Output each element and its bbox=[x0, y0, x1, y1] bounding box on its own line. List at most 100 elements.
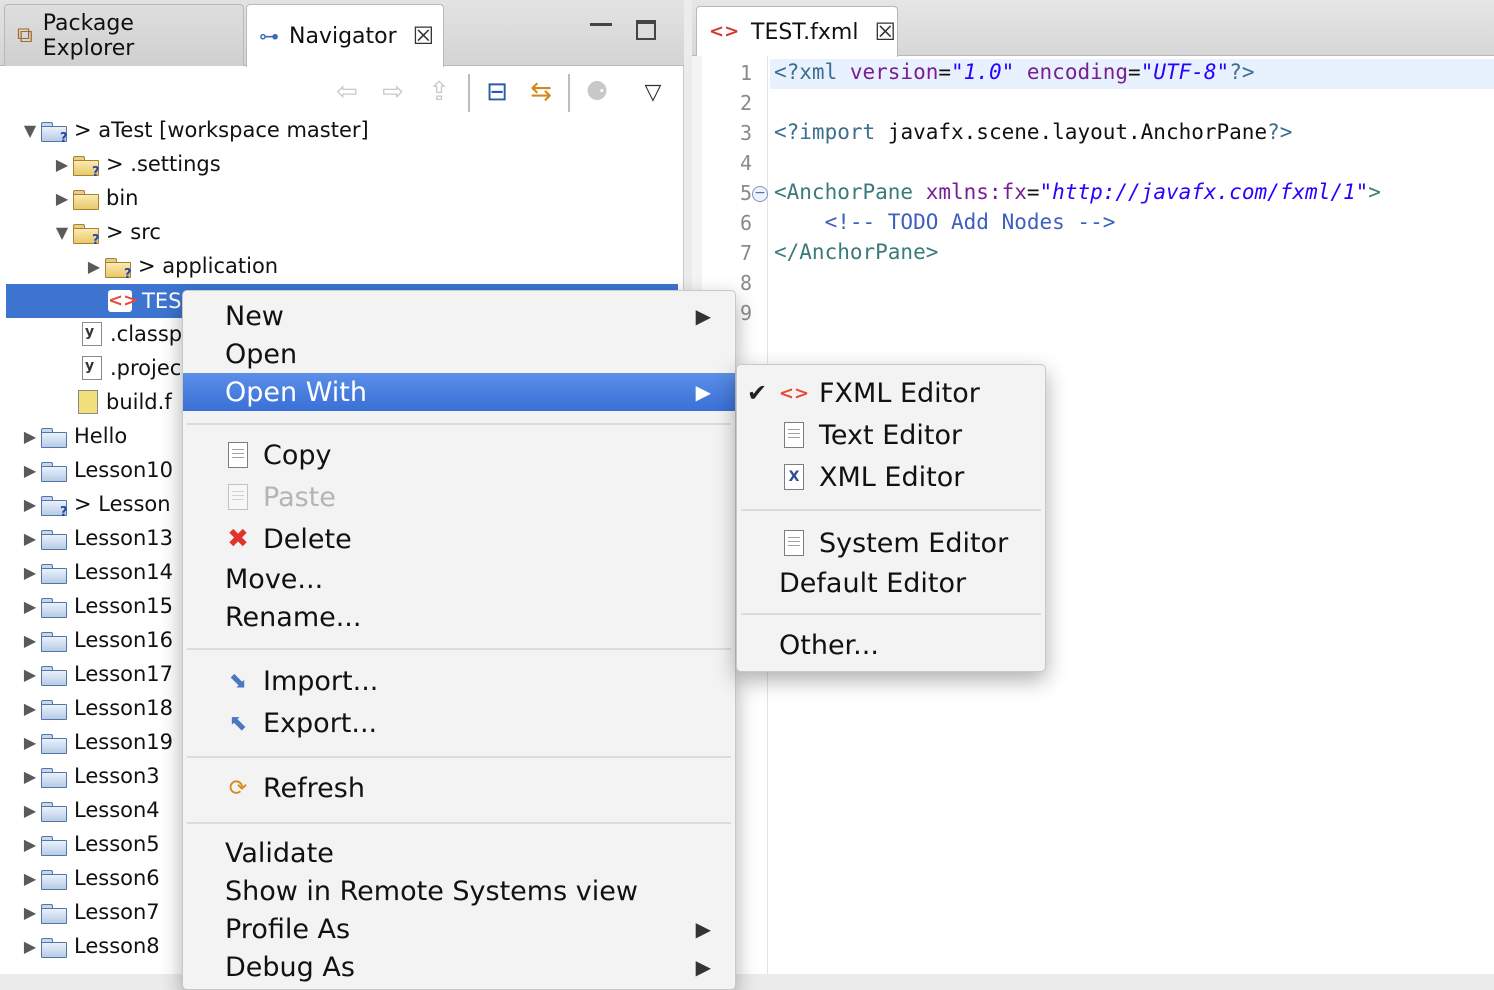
expand-twisty-icon[interactable]: ▶ bbox=[20, 461, 40, 480]
menu-separator bbox=[187, 822, 731, 824]
tab-package-explorer[interactable]: ⧉ Package Explorer bbox=[4, 4, 244, 66]
submenu-item-text-editor[interactable]: Text Editor bbox=[737, 415, 1045, 455]
tab-label: Navigator bbox=[289, 23, 397, 49]
view-menu-icon[interactable]: ▽ bbox=[636, 72, 670, 112]
view-tab-bar: ⧉ Package Explorer ⊶ Navigator ☒ bbox=[0, 0, 684, 67]
expand-twisty-icon[interactable]: ▶ bbox=[52, 189, 72, 208]
expand-twisty-icon[interactable]: ▶ bbox=[20, 801, 40, 820]
menu-item-label: Profile As bbox=[225, 913, 351, 945]
tree-item-atest[interactable]: ▼ ? > aTest [workspace master] bbox=[0, 113, 680, 147]
up-icon[interactable]: ⇪ bbox=[422, 72, 456, 112]
xml-file-icon: X bbox=[779, 463, 809, 491]
link-with-editor-icon[interactable]: ⇆ bbox=[524, 72, 558, 112]
expand-twisty-icon[interactable]: ▶ bbox=[20, 733, 40, 752]
expand-twisty-icon[interactable]: ▶ bbox=[20, 631, 40, 650]
menu-item-label: Show in Remote Systems view bbox=[225, 875, 638, 907]
folder-icon: ? bbox=[104, 255, 132, 282]
close-icon[interactable]: ☒ bbox=[874, 18, 896, 46]
tree-item-label: > src bbox=[106, 220, 161, 244]
menu-item-show-remote-systems[interactable]: Show in Remote Systems view bbox=[183, 872, 735, 910]
expand-twisty-icon[interactable]: ▶ bbox=[20, 869, 40, 888]
menu-item-open[interactable]: Open bbox=[183, 335, 735, 373]
submenu-item-default-editor[interactable]: Default Editor bbox=[737, 563, 1045, 603]
expand-twisty-icon[interactable]: ▶ bbox=[52, 155, 72, 174]
refresh-icon: ⟳ bbox=[228, 775, 248, 801]
expand-twisty-icon[interactable]: ▶ bbox=[20, 699, 40, 718]
tree-item-src[interactable]: ▼ ? > src bbox=[0, 215, 680, 249]
project-icon bbox=[40, 799, 68, 822]
submenu-item-label: XML Editor bbox=[819, 461, 965, 493]
expand-twisty-icon[interactable]: ▶ bbox=[20, 835, 40, 854]
submenu-item-other[interactable]: Other... bbox=[737, 625, 1045, 665]
copy-icon bbox=[223, 441, 253, 469]
editor-tab-test-fxml[interactable]: <> TEST.fxml ☒ bbox=[696, 6, 898, 57]
menu-item-copy[interactable]: Copy bbox=[183, 436, 735, 474]
tree-item-application[interactable]: ▶ ? > application bbox=[0, 249, 680, 283]
minimize-icon[interactable] bbox=[590, 14, 612, 26]
code-line-3[interactable]: <?import javafx.scene.layout.AnchorPane?… bbox=[774, 120, 1292, 144]
navigator-icon: ⊶ bbox=[259, 24, 279, 48]
expand-twisty-icon[interactable]: ▶ bbox=[20, 427, 40, 446]
menu-item-open-with[interactable]: Open With ▶ bbox=[183, 373, 735, 411]
back-icon[interactable]: ⇦ bbox=[330, 72, 364, 112]
forward-icon[interactable]: ⇨ bbox=[376, 72, 410, 112]
tab-navigator[interactable]: ⊶ Navigator ☒ bbox=[246, 4, 444, 67]
submenu-item-system-editor[interactable]: System Editor bbox=[737, 523, 1045, 563]
menu-item-label: Debug As bbox=[225, 951, 355, 983]
line-number: 1 bbox=[739, 61, 752, 85]
expand-twisty-icon[interactable]: ▶ bbox=[20, 495, 40, 514]
code-line-5[interactable]: <AnchorPane xmlns:fx="http://javafx.com/… bbox=[774, 180, 1381, 204]
collapse-twisty-icon[interactable]: ▼ bbox=[20, 121, 40, 140]
toolbar-separator bbox=[568, 74, 570, 112]
code-line-7[interactable]: </AnchorPane> bbox=[774, 240, 938, 264]
expand-twisty-icon[interactable]: ▶ bbox=[20, 903, 40, 922]
tree-item-settings[interactable]: ▶ ? > .settings bbox=[0, 147, 680, 181]
project-icon bbox=[40, 867, 68, 890]
menu-item-debug-as[interactable]: Debug As ▶ bbox=[183, 948, 735, 986]
expand-twisty-icon[interactable]: ▶ bbox=[84, 257, 104, 276]
menu-item-label: Move... bbox=[225, 563, 324, 595]
menu-item-profile-as[interactable]: Profile As ▶ bbox=[183, 910, 735, 948]
maximize-icon[interactable] bbox=[636, 20, 656, 40]
tree-item-label: Lesson17 bbox=[74, 662, 174, 686]
line-number: 4 bbox=[739, 151, 752, 175]
expand-twisty-icon[interactable]: ▶ bbox=[20, 937, 40, 956]
tree-item-label: TES bbox=[142, 289, 182, 313]
tree-item-label: bin bbox=[106, 186, 139, 210]
expand-twisty-icon[interactable]: ▶ bbox=[20, 767, 40, 786]
code-line-1[interactable]: <?xml version="1.0" encoding="UTF-8"?> bbox=[774, 60, 1255, 84]
tree-item-bin[interactable]: ▶ bin bbox=[0, 181, 680, 215]
submenu-item-xml-editor[interactable]: X XML Editor bbox=[737, 457, 1045, 497]
tree-item-label: Lesson16 bbox=[74, 628, 174, 652]
menu-separator bbox=[741, 509, 1041, 511]
expand-twisty-icon[interactable]: ▶ bbox=[20, 597, 40, 616]
tree-item-label: Lesson4 bbox=[74, 798, 160, 822]
menu-item-paste[interactable]: Paste bbox=[183, 478, 735, 516]
menu-item-delete[interactable]: ✖ Delete bbox=[183, 520, 735, 558]
close-icon[interactable]: ☒ bbox=[413, 22, 435, 50]
expand-twisty-icon[interactable]: ▶ bbox=[20, 563, 40, 582]
menu-separator bbox=[187, 756, 731, 758]
menu-item-import[interactable]: ⬊ Import... bbox=[183, 662, 735, 700]
collapse-twisty-icon[interactable]: ▼ bbox=[52, 223, 72, 242]
checkmark-icon: ✔ bbox=[747, 379, 768, 407]
menu-item-new[interactable]: New ▶ bbox=[183, 297, 735, 335]
code-line-6[interactable]: <!-- TODO Add Nodes --> bbox=[774, 210, 1116, 234]
collapse-all-icon[interactable]: ⊟ bbox=[480, 72, 514, 112]
submenu-item-fxml-editor[interactable]: ✔ <> FXML Editor bbox=[737, 373, 1045, 413]
folder-icon bbox=[72, 187, 100, 210]
menu-item-move[interactable]: Move... bbox=[183, 560, 735, 598]
submenu-item-label: Default Editor bbox=[779, 567, 967, 599]
project-icon: ? bbox=[40, 493, 68, 520]
menu-item-export[interactable]: ⬉ Export... bbox=[183, 704, 735, 742]
project-icon bbox=[40, 833, 68, 856]
filter-icon[interactable]: ⚈ bbox=[580, 72, 614, 112]
tree-item-label: Lesson14 bbox=[74, 560, 174, 584]
tree-item-label: > .settings bbox=[106, 152, 221, 176]
menu-item-validate[interactable]: Validate bbox=[183, 834, 735, 872]
menu-item-refresh[interactable]: ⟳ Refresh bbox=[183, 769, 735, 807]
expand-twisty-icon[interactable]: ▶ bbox=[20, 665, 40, 684]
fold-collapse-icon[interactable]: − bbox=[752, 186, 768, 202]
menu-item-rename[interactable]: Rename... bbox=[183, 598, 735, 636]
expand-twisty-icon[interactable]: ▶ bbox=[20, 529, 40, 548]
